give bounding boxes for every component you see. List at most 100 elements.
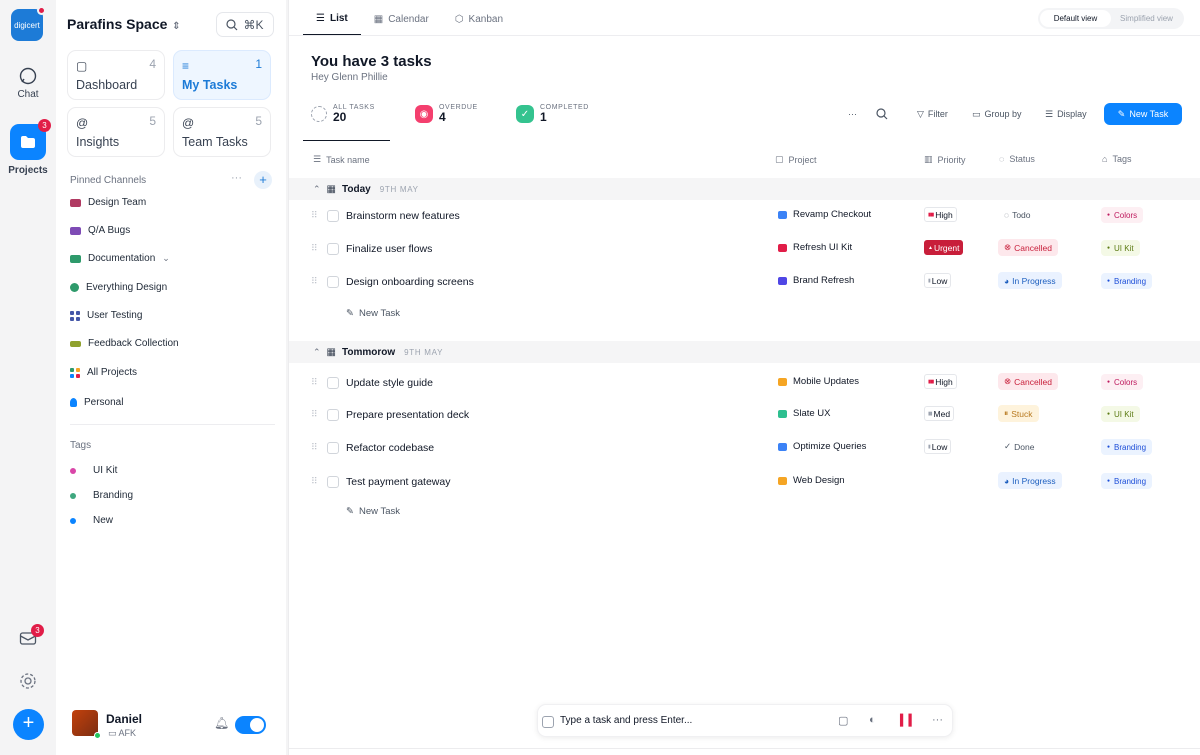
table-row[interactable]: ⠿ Refactor codebase Optimize Queries ▮ Low ✓ D… [289,433,1200,465]
task-name[interactable]: Update style guide [346,377,433,389]
col-tags[interactable]: ⌂ Tags [1102,154,1131,164]
add-button[interactable]: + [13,709,44,740]
search-button[interactable]: ⌘K [216,12,274,37]
col-status[interactable]: ◌ Status [999,154,1035,164]
tag-ui-kit[interactable]: UI Kit [70,465,117,476]
group-header[interactable]: ⌃ ▦ Tommorow 9TH MAY [289,341,1200,363]
drag-handle-icon[interactable]: ⠿ [311,210,318,221]
status-badge[interactable]: ◌ Todo [998,206,1037,223]
drag-handle-icon[interactable]: ⠿ [311,442,318,453]
channel-qa-bugs[interactable]: Q/A Bugs [70,225,130,236]
table-row[interactable]: ⠿ Prepare presentation deck Slate UX ▮▮ Med ⏸… [289,400,1200,432]
drag-handle-icon[interactable]: ⠿ [311,243,318,254]
project-cell[interactable]: Slate UX [778,408,831,419]
more-icon[interactable]: ··· [231,172,242,184]
bell-icon[interactable]: 🔔︎ [214,716,229,730]
display-button[interactable]: ☰ Display [1039,104,1093,124]
filter-button[interactable]: ▽ Filter [911,104,954,124]
tag-badge[interactable]: ● UI Kit [1101,240,1140,256]
more-options-button[interactable]: ··· [842,104,863,124]
status-toggle[interactable] [235,716,266,734]
drag-handle-icon[interactable]: ⠿ [311,476,318,487]
task-checkbox[interactable] [327,409,339,421]
task-name[interactable]: Prepare presentation deck [346,409,469,421]
task-checkbox[interactable] [327,377,339,389]
card-insights[interactable]: @ 5 Insights [67,107,165,157]
new-task-row[interactable]: ✎ New Task [346,506,400,517]
search-tasks-button[interactable] [870,104,894,124]
task-checkbox[interactable] [327,243,339,255]
group-by-button[interactable]: ▭ Group by [966,104,1028,124]
card-dashboard[interactable]: ▢ 4 Dashboard [67,50,165,100]
composer-checkbox[interactable] [542,716,554,728]
project-cell[interactable]: Revamp Checkout [778,209,871,220]
tab-list[interactable]: ☰ List [303,0,361,36]
task-name[interactable]: Design onboarding screens [346,276,474,288]
table-row[interactable]: ⠿ Test payment gateway Web Design ◕ In Progr… [289,467,1200,499]
tag-badge[interactable]: ● Branding [1101,473,1153,489]
group-header[interactable]: ⌃ ▦ Today 9TH MAY [289,178,1200,200]
tag-badge[interactable]: ● Colors [1101,207,1144,223]
task-checkbox[interactable] [327,276,339,288]
app-logo[interactable]: digicert [11,6,46,41]
col-project[interactable]: ▢ Project [775,154,817,165]
channel-design-team[interactable]: Design Team [70,197,146,208]
status-badge[interactable]: ⏸ Stuck [998,405,1039,422]
priority-badge[interactable]: ▮ Low [924,273,952,288]
tag-branding[interactable]: Branding [70,490,133,501]
table-row[interactable]: ⠿ Design onboarding screens Brand Refresh ▮… [289,267,1200,299]
task-checkbox[interactable] [327,210,339,222]
chevron-up-icon[interactable]: ⌃ [313,347,321,358]
tag-badge[interactable]: ● Branding [1101,439,1153,455]
status-badge[interactable]: ◕ In Progress [998,472,1062,489]
channel-feedback-collection[interactable]: Feedback Collection [70,338,179,349]
priority-badge[interactable]: ▮▮▮ High [924,207,957,222]
table-row[interactable]: ⠿ Update style guide Mobile Updates ▮▮▮ High… [289,368,1200,400]
composer-input[interactable]: Type a task and press Enter... [560,715,692,726]
tab-kanban[interactable]: ⬡ Kanban [442,0,516,36]
tag-badge[interactable]: ● UI Kit [1101,406,1140,422]
tag-badge[interactable]: ● Colors [1101,374,1144,390]
simplified-view-button[interactable]: Simplified view [1111,10,1182,27]
channel-everything-design[interactable]: Everything Design [70,282,167,293]
more-icon[interactable]: ··· [932,714,943,726]
task-name[interactable]: Test payment gateway [346,476,450,488]
new-task-row[interactable]: ✎ New Task [346,308,400,319]
default-view-button[interactable]: Default view [1040,10,1111,27]
priority-badge[interactable]: ▮▮▮ High [924,374,957,389]
stat-all-tasks[interactable]: ALL TASKS 20 [311,104,375,124]
tab-calendar[interactable]: ▦ Calendar [361,0,442,36]
task-checkbox[interactable] [327,442,339,454]
project-cell[interactable]: Optimize Queries [778,441,866,452]
channel-documentation[interactable]: Documentation ⌄ [70,253,170,264]
status-badge[interactable]: ⊗ Cancelled [998,373,1058,390]
project-cell[interactable]: Web Design [778,475,845,486]
drag-handle-icon[interactable]: ⠿ [311,409,318,420]
project-cell[interactable]: Brand Refresh [778,275,854,286]
priority-badge[interactable]: ▮ Low [924,439,952,454]
rail-inbox[interactable]: 3 [0,624,56,649]
tag-new[interactable]: New [70,515,113,526]
priority-badge[interactable]: ▲ Urgent [924,240,964,255]
card-team-tasks[interactable]: @ 5 Team Tasks [173,107,271,157]
rail-settings[interactable] [0,672,56,693]
status-badge[interactable]: ✓ Done [998,438,1040,455]
new-task-button[interactable]: ✎ New Task [1104,103,1182,125]
col-priority[interactable]: ▥ Priority [924,154,966,165]
stat-completed[interactable]: ✓ COMPLETED 1 [516,104,589,124]
table-row[interactable]: ⠿ Brainstorm new features Revamp Checkout ▮… [289,201,1200,233]
drag-handle-icon[interactable]: ⠿ [311,377,318,388]
col-task-name[interactable]: ☰ Task name [313,154,370,165]
task-name[interactable]: Brainstorm new features [346,210,460,222]
channel-user-testing[interactable]: User Testing [70,310,142,321]
stat-overdue[interactable]: ◉ OVERDUE 4 [415,104,478,124]
task-name[interactable]: Refactor codebase [346,442,434,454]
rail-projects[interactable]: 3 Projects [0,119,56,176]
space-switcher[interactable]: Parafins Space ⇕ [67,16,181,32]
rail-chat[interactable]: Chat [0,66,56,100]
priority-badge[interactable]: ▮▮ Med [924,406,955,421]
projects-button[interactable]: 3 [10,119,51,160]
status-badge[interactable]: ◕ In Progress [998,272,1062,289]
tag-badge[interactable]: ● Branding [1101,273,1153,289]
card-my-tasks[interactable]: ≡ 1 My Tasks [173,50,271,100]
